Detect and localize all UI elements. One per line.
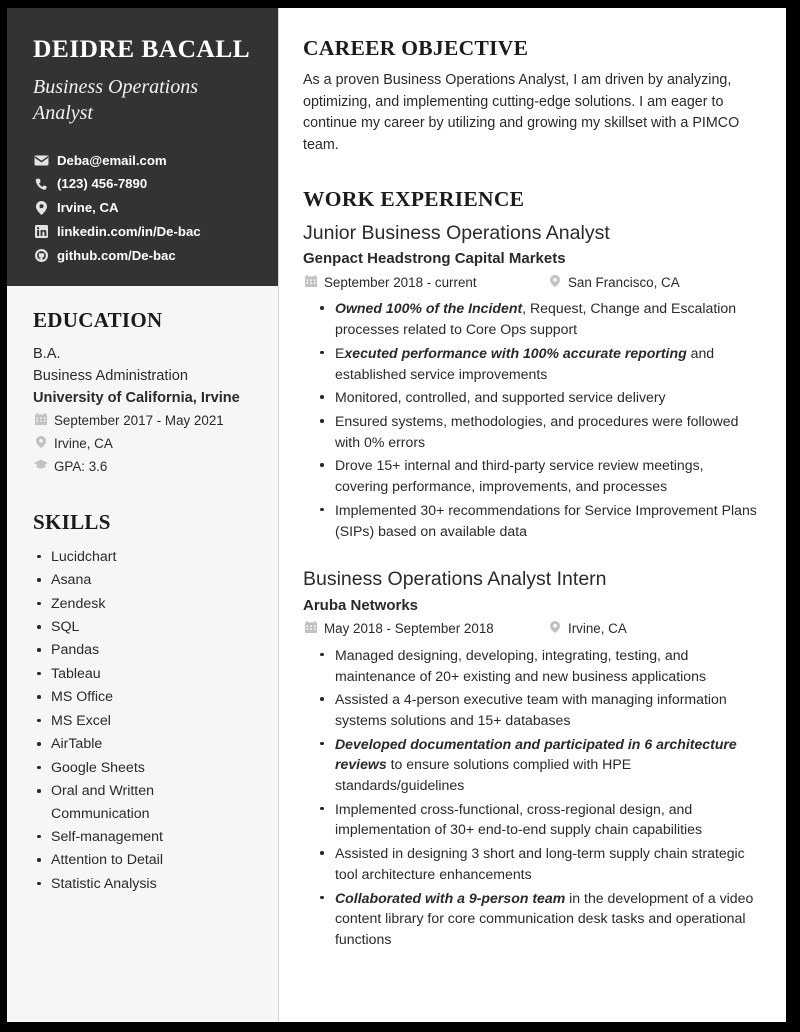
- bullet-item: Collaborated with a 9-person team in the…: [313, 888, 760, 950]
- experience-entry: Business Operations Analyst Intern Aruba…: [303, 567, 760, 949]
- bullet-item: Implemented cross-functional, cross-regi…: [313, 799, 760, 840]
- education-dates-row: September 2017 - May 2021: [33, 411, 252, 432]
- skill-item: Google Sheets: [33, 757, 252, 779]
- experience-dates: May 2018 - September 2018: [324, 621, 494, 637]
- education-school: University of California, Irvine: [33, 389, 240, 406]
- phone-icon: [33, 178, 50, 191]
- experience-bullet-list: Owned 100% of the Incident, Request, Cha…: [303, 298, 760, 541]
- skill-item: Attention to Detail: [33, 849, 252, 871]
- education-dates: September 2017 - May 2021: [54, 413, 224, 429]
- linkedin-icon: [33, 225, 50, 239]
- contact-item-github[interactable]: github.com/De-bac: [33, 248, 252, 264]
- contact-label-linkedin: linkedin.com/in/De-bac: [57, 224, 201, 240]
- contact-label-github: github.com/De-bac: [57, 247, 176, 263]
- identity-block: DEIDRE BACALL Business Operations Analys…: [7, 8, 278, 286]
- experience-dates-row: September 2018 - current: [303, 273, 547, 294]
- experience-title: Business Operations Analyst Intern: [303, 568, 607, 591]
- candidate-title: Business Operations Analyst: [33, 76, 198, 124]
- experience-location-row: San Francisco, CA: [547, 273, 680, 294]
- graduation-cap-icon: [33, 457, 48, 469]
- contact-item-linkedin[interactable]: linkedin.com/in/De-bac: [33, 224, 252, 240]
- experience-company: Aruba Networks: [303, 596, 419, 614]
- location-pin-icon: [547, 273, 562, 287]
- experience-company: Genpact Headstrong Capital Markets: [303, 250, 566, 268]
- calendar-icon: [303, 273, 318, 287]
- skill-item: Oral and Written Communication: [33, 780, 252, 825]
- experience-dates: September 2018 - current: [324, 274, 477, 290]
- calendar-icon: [303, 619, 318, 634]
- bullet-item: Ensured systems, methodologies, and proc…: [313, 411, 760, 452]
- education-location: Irvine, CA: [54, 436, 113, 452]
- skill-item: AirTable: [33, 733, 252, 755]
- location-pin-icon: [33, 201, 50, 216]
- skill-item: Statistic Analysis: [33, 873, 252, 895]
- education-heading: EDUCATION: [33, 307, 163, 332]
- experience-bullet-list: Managed designing, developing, integrati…: [303, 645, 760, 950]
- career-objective-heading: CAREER OBJECTIVE: [303, 36, 529, 60]
- bullet-item: Implemented 30+ recommendations for Serv…: [313, 500, 760, 541]
- education-gpa-row: GPA: 3.6: [33, 457, 252, 478]
- contact-label-phone: (123) 456-7890: [57, 176, 148, 192]
- contact-label-email: Deba@email.com: [57, 152, 167, 168]
- main-content: CAREER OBJECTIVE As a proven Business Op…: [279, 8, 786, 1022]
- skills-heading: SKILLS: [33, 509, 111, 534]
- skill-item: Self-management: [33, 826, 252, 848]
- skill-item: Zendesk: [33, 593, 252, 615]
- experience-location: Irvine, CA: [568, 621, 627, 637]
- resume-page: DEIDRE BACALL Business Operations Analys…: [7, 8, 786, 1022]
- bullet-item: Assisted a 4-person executive team with …: [313, 689, 760, 730]
- bullet-item: Assisted in designing 3 short and long-t…: [313, 843, 760, 884]
- education-location-row: Irvine, CA: [33, 434, 252, 455]
- bullet-item: Managed designing, developing, integrati…: [313, 645, 760, 686]
- experience-location-row: Irvine, CA: [547, 619, 627, 640]
- contact-label-location: Irvine, CA: [57, 200, 119, 216]
- experience-location: San Francisco, CA: [568, 274, 680, 290]
- career-objective-text: As a proven Business Operations Analyst,…: [303, 72, 740, 154]
- skills-list: Lucidchart Asana Zendesk SQL Pandas Tabl…: [33, 546, 252, 896]
- bullet-item: Executed performance with 100% accurate …: [313, 343, 760, 384]
- calendar-icon: [33, 411, 48, 426]
- skill-item: MS Excel: [33, 710, 252, 732]
- contact-item-email[interactable]: Deba@email.com: [33, 153, 252, 169]
- experience-dates-row: May 2018 - September 2018: [303, 619, 547, 640]
- candidate-name: DEIDRE BACALL: [33, 34, 251, 63]
- education-gpa: GPA: 3.6: [54, 458, 108, 474]
- education-degree: B.A.: [33, 345, 61, 362]
- skill-item: MS Office: [33, 686, 252, 708]
- experience-title: Junior Business Operations Analyst: [303, 221, 610, 244]
- skill-item: Pandas: [33, 639, 252, 661]
- experience-entry: Junior Business Operations Analyst Genpa…: [303, 221, 760, 541]
- sidebar: DEIDRE BACALL Business Operations Analys…: [7, 8, 279, 1022]
- skill-item: SQL: [33, 616, 252, 638]
- github-icon: [33, 249, 50, 263]
- bullet-item: Drove 15+ internal and third-party servi…: [313, 455, 760, 496]
- envelope-icon: [33, 155, 50, 166]
- contact-list: Deba@email.com (123) 456-7890 Irvine, CA: [33, 153, 252, 264]
- bullet-item: Owned 100% of the Incident, Request, Cha…: [313, 298, 760, 339]
- skill-item: Lucidchart: [33, 546, 252, 568]
- education-entry: B.A. Business Administration University …: [33, 344, 252, 478]
- bullet-item: Developed documentation and participated…: [313, 734, 760, 796]
- skill-item: Tableau: [33, 663, 252, 685]
- experience-meta: May 2018 - September 2018 Irvine, CA: [303, 619, 760, 640]
- experience-meta: September 2018 - current San Francisco, …: [303, 273, 760, 294]
- bullet-item: Monitored, controlled, and supported ser…: [313, 387, 760, 408]
- location-pin-icon: [547, 619, 562, 634]
- location-pin-icon: [33, 434, 48, 449]
- contact-item-phone[interactable]: (123) 456-7890: [33, 176, 252, 192]
- skill-item: Asana: [33, 569, 252, 591]
- sidebar-body: EDUCATION B.A. Business Administration U…: [7, 286, 278, 923]
- contact-item-location: Irvine, CA: [33, 200, 252, 216]
- education-field: Business Administration: [33, 367, 188, 384]
- work-experience-heading: WORK EXPERIENCE: [303, 186, 525, 211]
